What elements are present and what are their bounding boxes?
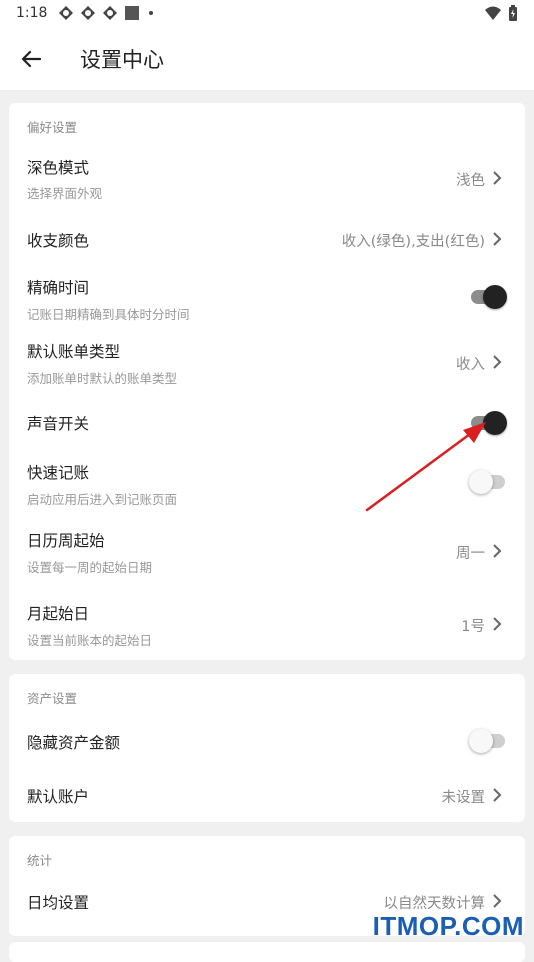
chevron-right-icon xyxy=(493,617,502,631)
chevron-right-icon xyxy=(493,171,502,185)
setting-value: 收入(绿色),支出(红色) xyxy=(341,234,485,250)
setting-default-account[interactable]: 默认账户 未设置 xyxy=(9,774,525,814)
battery-icon xyxy=(509,5,517,21)
chevron-right-icon xyxy=(493,355,502,369)
app-notification-icon xyxy=(59,6,73,20)
setting-income-expense-color[interactable]: 收支颜色 收入(绿色),支出(红色) xyxy=(9,215,525,265)
back-button[interactable] xyxy=(14,42,48,76)
setting-subtitle: 记账日期精确到具体时分时间 xyxy=(27,307,190,322)
more-dot-icon xyxy=(149,11,153,15)
setting-month-start-day[interactable]: 月起始日 设置当前账本的起始日 1号 xyxy=(9,601,525,659)
setting-value: 周一 xyxy=(456,546,485,562)
section-title-assets: 资产设置 xyxy=(27,691,78,706)
watermark: ITMOP.COM xyxy=(372,911,524,941)
setting-title: 日均设置 xyxy=(27,894,90,912)
setting-subtitle: 启动应用后进入到记账页面 xyxy=(27,492,178,507)
setting-subtitle: 设置每一周的起始日期 xyxy=(27,560,153,575)
setting-subtitle: 设置当前账本的起始日 xyxy=(27,633,153,648)
setting-title: 深色模式 xyxy=(27,159,90,177)
setting-week-start[interactable]: 日历周起始 设置每一周的起始日期 周一 xyxy=(9,528,525,586)
setting-sound-switch[interactable]: 声音开关 xyxy=(9,403,525,443)
setting-default-bill-type[interactable]: 默认账单类型 添加账单时默认的账单类型 收入 xyxy=(9,339,525,397)
status-time: 1:18 xyxy=(16,5,48,21)
chevron-right-icon xyxy=(493,544,502,558)
section-title-preferences: 偏好设置 xyxy=(27,120,78,135)
quick-record-toggle[interactable] xyxy=(469,469,507,495)
status-bar: 1:18 xyxy=(0,0,534,28)
setting-value: 1号 xyxy=(461,619,485,635)
assets-card: 资产设置 隐藏资产金额 默认账户 未设置 xyxy=(9,674,525,822)
notification-icons xyxy=(58,5,156,21)
chevron-right-icon xyxy=(493,894,502,908)
chevron-right-icon xyxy=(493,788,502,802)
setting-hide-asset-amount[interactable]: 隐藏资产金额 xyxy=(9,720,525,760)
setting-value: 浅色 xyxy=(456,173,485,189)
setting-title: 默认账户 xyxy=(27,788,90,806)
setting-subtitle: 选择界面外观 xyxy=(27,186,103,201)
section-title-statistics: 统计 xyxy=(27,853,53,868)
system-status-icons xyxy=(484,5,518,21)
preferences-card: 偏好设置 深色模式 选择界面外观 浅色 收支颜色 收入(绿色),支出(红色) 精… xyxy=(9,103,525,660)
setting-value: 未设置 xyxy=(441,790,486,806)
setting-subtitle: 添加账单时默认的账单类型 xyxy=(27,371,178,386)
setting-title: 快速记账 xyxy=(27,464,90,482)
setting-value: 以自然天数计算 xyxy=(383,896,486,912)
sound-switch-toggle[interactable] xyxy=(469,410,507,436)
setting-value: 收入 xyxy=(456,357,485,373)
setting-title: 日历周起始 xyxy=(27,532,105,550)
arrow-left-icon xyxy=(21,50,41,68)
app-notification-icon xyxy=(103,6,117,20)
wifi-icon xyxy=(485,6,501,20)
square-notification-icon xyxy=(125,6,139,20)
chevron-right-icon xyxy=(493,232,502,246)
setting-title: 精确时间 xyxy=(27,279,90,297)
precise-time-toggle[interactable] xyxy=(469,284,507,310)
setting-title: 月起始日 xyxy=(27,605,90,623)
setting-dark-mode[interactable]: 深色模式 选择界面外观 浅色 xyxy=(9,147,525,205)
setting-title: 默认账单类型 xyxy=(27,343,121,361)
app-bar: 设置中心 xyxy=(0,28,534,90)
setting-precise-time[interactable]: 精确时间 记账日期精确到具体时分时间 xyxy=(9,275,525,333)
next-card-edge xyxy=(9,942,525,962)
setting-title: 隐藏资产金额 xyxy=(27,734,121,752)
setting-quick-record[interactable]: 快速记账 启动应用后进入到记账页面 xyxy=(9,460,525,518)
page-title: 设置中心 xyxy=(80,48,164,72)
hide-asset-amount-toggle[interactable] xyxy=(469,728,507,754)
setting-title: 收支颜色 xyxy=(27,232,90,250)
setting-title: 声音开关 xyxy=(27,415,90,433)
app-notification-icon xyxy=(81,6,95,20)
